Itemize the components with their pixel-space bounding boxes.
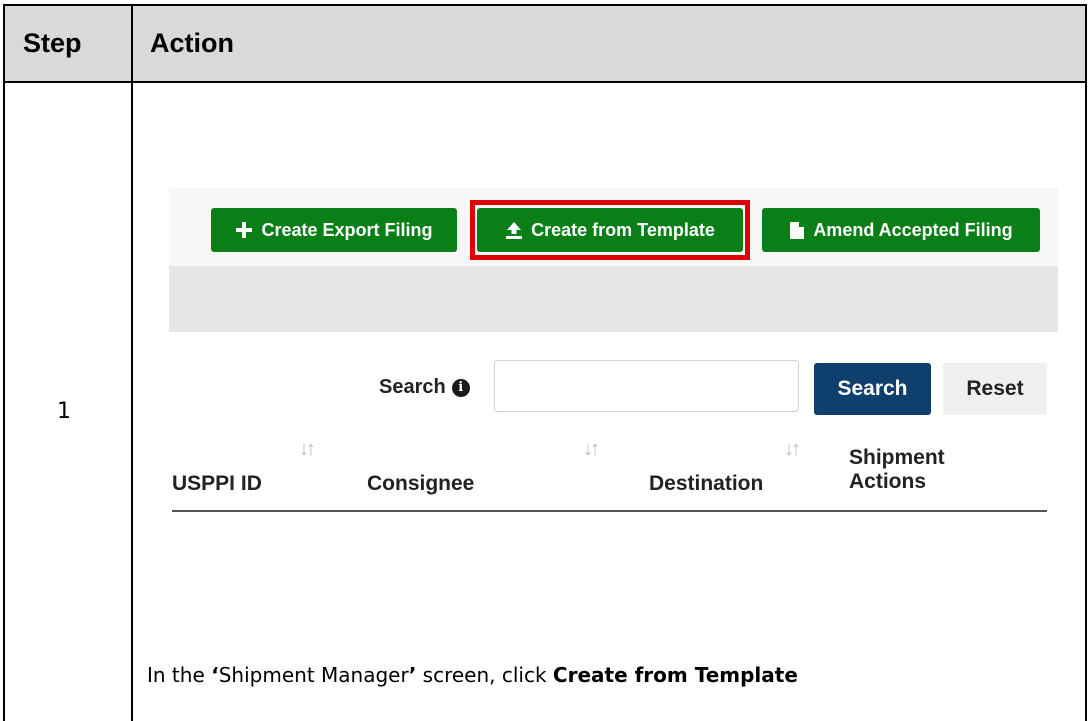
amend-accepted-filing-button[interactable]: Amend Accepted Filing <box>762 208 1040 252</box>
search-button[interactable]: Search <box>814 363 931 415</box>
search-label: Search i <box>379 376 470 399</box>
column-destination[interactable]: Destination <box>649 472 763 496</box>
create-export-filing-button[interactable]: Create Export Filing <box>211 208 457 252</box>
sort-icon[interactable]: ↓↑ <box>299 438 316 461</box>
search-label-text: Search <box>379 376 446 398</box>
step-number: 1 <box>57 399 71 424</box>
gray-banner <box>169 266 1058 332</box>
plus-icon <box>236 222 253 238</box>
column-divider <box>131 6 133 721</box>
amend-accepted-filing-label: Amend Accepted Filing <box>813 219 1013 240</box>
reset-button[interactable]: Reset <box>943 363 1047 415</box>
column-consignee[interactable]: Consignee <box>367 472 474 496</box>
column-usppi-id[interactable]: USPPI ID <box>172 472 262 496</box>
instruction-prefix: In the <box>147 663 212 687</box>
header-action: Action <box>150 28 234 58</box>
instruction-target: Create from Template <box>552 663 798 687</box>
sort-icon[interactable]: ↓↑ <box>583 438 600 461</box>
instruction-middle: screen, click <box>416 663 553 687</box>
column-actions: Actions <box>849 470 927 493</box>
header-step: Step <box>23 28 82 58</box>
column-shipment: Shipment <box>849 446 945 469</box>
document-icon <box>790 221 805 239</box>
quote-open: ‘ <box>211 663 219 687</box>
sort-icon[interactable]: ↓↑ <box>784 438 801 461</box>
table-header-rule <box>172 510 1047 512</box>
embedded-screenshot: Create Export Filing Create from Templat… <box>169 188 1058 518</box>
highlight-box <box>470 200 750 260</box>
table-header-row: Step Action <box>5 6 1085 83</box>
instruction-text: In the ‘Shipment Manager’ screen, click … <box>147 663 798 687</box>
screen-name: Shipment Manager <box>218 663 409 687</box>
create-export-filing-label: Create Export Filing <box>261 219 433 240</box>
info-icon[interactable]: i <box>451 378 470 397</box>
search-input[interactable] <box>494 360 799 412</box>
